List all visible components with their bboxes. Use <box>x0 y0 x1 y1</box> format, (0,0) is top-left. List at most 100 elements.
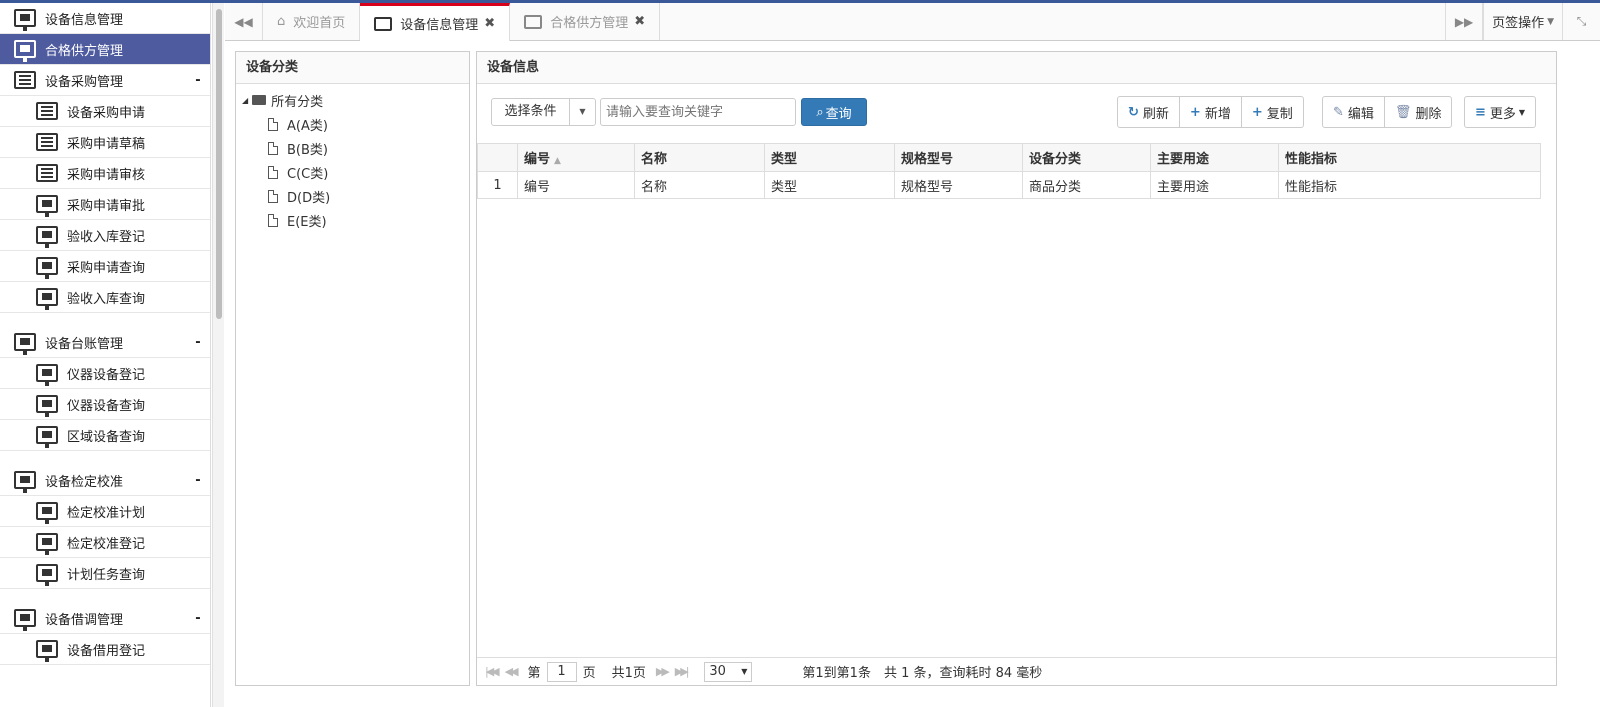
tab-bar: ◀◀ ⌂ 欢迎首页 设备信息管理 ✖ 合格供方管理 ✖ ▶▶ 页签操作 ▼ ⤡ <box>225 3 1600 41</box>
edit-button[interactable]: ✎ 编辑 <box>1323 97 1385 127</box>
copy-label: 复制 <box>1266 106 1293 122</box>
sidebar-item[interactable]: 设备台账管理 - <box>0 327 210 358</box>
sidebar-item[interactable]: 设备采购申请 <box>0 96 210 127</box>
collapse-toggle[interactable]: - <box>186 335 210 350</box>
sidebar-item[interactable]: 合格供方管理 <box>0 34 210 65</box>
add-button[interactable]: + 新增 <box>1180 97 1242 127</box>
crud-button-group: ↻ 刷新 + 新增 + 复制 <box>1117 96 1304 128</box>
list-icon <box>36 164 58 182</box>
delete-button[interactable]: 🗑 删除 <box>1385 97 1452 127</box>
column-header[interactable]: 性能指标 <box>1278 143 1541 172</box>
sidebar-item[interactable]: 设备采购管理 - <box>0 65 210 96</box>
sort-icon[interactable]: ▲ <box>554 156 561 166</box>
page-size-select[interactable]: 30 ▼ <box>704 661 753 682</box>
sidebar-item[interactable]: 仪器设备查询 <box>0 389 210 420</box>
tab-device-info[interactable]: 设备信息管理 ✖ <box>360 3 511 41</box>
monitor-icon <box>36 426 58 448</box>
sidebar-item-label: 设备采购申请 <box>67 105 146 121</box>
close-icon[interactable]: ✖ <box>484 16 495 31</box>
monitor-icon <box>524 14 543 29</box>
sidebar-item[interactable]: 采购申请草稿 <box>0 127 210 158</box>
collapse-toggle[interactable]: - <box>186 73 210 88</box>
column-header[interactable]: 编号 ▲ <box>517 143 635 172</box>
tree-root-label: 所有分类 <box>271 94 324 110</box>
monitor-icon <box>36 640 58 662</box>
scroll-tabs-left-button[interactable]: ◀◀ <box>225 3 263 40</box>
sidebar-item[interactable]: 采购申请查询 <box>0 251 210 282</box>
collapse-toggle[interactable]: - <box>186 611 210 626</box>
tab-operations-dropdown[interactable]: 页签操作 ▼ <box>1483 3 1562 40</box>
collapse-toggle[interactable]: - <box>186 473 210 488</box>
select-condition-dropdown[interactable]: 选择条件 ▼ <box>491 98 596 126</box>
pagination-info: 第1到第1条 共 1 条，查询耗时 84 毫秒 <box>802 666 1043 681</box>
scroll-tabs-right-button[interactable]: ▶▶ <box>1445 3 1484 40</box>
monitor-icon <box>14 9 36 31</box>
first-page-icon[interactable]: |◀◀ <box>485 665 500 678</box>
column-header[interactable]: 名称 <box>634 143 765 172</box>
tree-root-all-categories[interactable]: ◢ 所有分类 <box>236 88 469 112</box>
page-number-input[interactable]: 1 <box>546 661 577 682</box>
table-cell: 商品分类 <box>1022 171 1151 199</box>
tab-home[interactable]: ⌂ 欢迎首页 <box>263 3 361 40</box>
column-header-label: 名称 <box>641 152 668 167</box>
monitor-icon <box>374 16 393 31</box>
total-pages: 共1页 <box>611 666 646 681</box>
column-header-label: 规格型号 <box>901 152 954 167</box>
page-suffix: 页 <box>582 666 596 681</box>
monitor-icon <box>36 364 58 386</box>
column-header-label: 性能指标 <box>1285 152 1338 167</box>
tree-node-label: E(E类) <box>287 214 327 230</box>
sidebar-item[interactable]: 检定校准计划 <box>0 496 210 527</box>
search-button-label: 查询 <box>825 106 852 122</box>
next-page-icon[interactable]: ▶▶ <box>656 665 670 678</box>
edit-label: 编辑 <box>1347 106 1374 122</box>
fullscreen-button[interactable]: ⤡ <box>1562 3 1600 40</box>
sidebar-item[interactable]: 采购申请审批 <box>0 189 210 220</box>
sidebar-item[interactable]: 设备信息管理 <box>0 3 210 34</box>
scrollbar-thumb[interactable] <box>216 9 222 319</box>
sidebar-item[interactable]: 区域设备查询 <box>0 420 210 451</box>
column-header[interactable]: 类型 <box>764 143 895 172</box>
sidebar-item[interactable]: 验收入库查询 <box>0 282 210 313</box>
column-header[interactable]: 设备分类 <box>1022 143 1151 172</box>
sidebar-item[interactable]: 采购申请审核 <box>0 158 210 189</box>
table-row[interactable]: 1 编号 名称 类型 规格型号 商品分类 主要用途 性能指标 <box>477 171 1541 199</box>
refresh-button[interactable]: ↻ 刷新 <box>1118 97 1180 127</box>
search-button[interactable]: ⌕ 查询 <box>801 98 867 126</box>
sidebar-item-label: 采购申请草稿 <box>67 136 146 152</box>
sidebar-item[interactable]: 仪器设备登记 <box>0 358 210 389</box>
category-panel: 设备分类 ◢ 所有分类 A(A类) B(B类) C(C类) D(D类) E(E类) <box>235 51 470 686</box>
device-info-title: 设备信息 <box>477 52 1556 84</box>
tab-qualified-supplier[interactable]: 合格供方管理 ✖ <box>510 3 661 40</box>
sidebar-item[interactable]: 设备检定校准 - <box>0 465 210 496</box>
tree-node[interactable]: C(C类) <box>236 160 469 184</box>
sidebar-item[interactable]: 计划任务查询 <box>0 558 210 589</box>
last-page-icon[interactable]: ▶▶| <box>675 665 690 678</box>
tree-node[interactable]: D(D类) <box>236 184 469 208</box>
copy-button[interactable]: + 复制 <box>1242 97 1303 127</box>
close-icon[interactable]: ✖ <box>634 14 645 29</box>
column-header[interactable]: 主要用途 <box>1150 143 1279 172</box>
refresh-icon: ↻ <box>1128 104 1139 120</box>
delete-label: 删除 <box>1415 106 1442 122</box>
prev-page-icon[interactable]: ◀◀ <box>505 665 519 678</box>
sidebar-scrollbar[interactable] <box>212 3 224 707</box>
sidebar-nav: 设备信息管理 合格供方管理 设备采购管理 - 设备采购申请 采购申请草稿采购申请审核 采购申… <box>0 3 211 707</box>
select-condition-label: 选择条件 <box>492 99 570 125</box>
sidebar-item[interactable]: 设备借调管理 - <box>0 603 210 634</box>
sidebar-item[interactable]: 检定校准登记 <box>0 527 210 558</box>
sidebar-item-label: 检定校准登记 <box>67 536 146 552</box>
more-button[interactable]: ≡ 更多 ▼ <box>1465 97 1535 127</box>
tree-node[interactable]: B(B类) <box>236 136 469 160</box>
table-cell: 名称 <box>634 171 765 199</box>
tab-label: 设备信息管理 <box>400 18 479 33</box>
sidebar-item[interactable]: 验收入库登记 <box>0 220 210 251</box>
caret-down-icon[interactable]: ▼ <box>570 99 595 125</box>
sidebar-item[interactable]: 设备借用登记 <box>0 634 210 665</box>
search-input[interactable] <box>600 98 796 126</box>
tree-node[interactable]: E(E类) <box>236 208 469 232</box>
tree-node[interactable]: A(A类) <box>236 112 469 136</box>
more-button-group: ≡ 更多 ▼ <box>1464 96 1537 128</box>
expand-triangle-icon[interactable]: ◢ <box>242 96 248 105</box>
column-header[interactable]: 规格型号 <box>894 143 1023 172</box>
